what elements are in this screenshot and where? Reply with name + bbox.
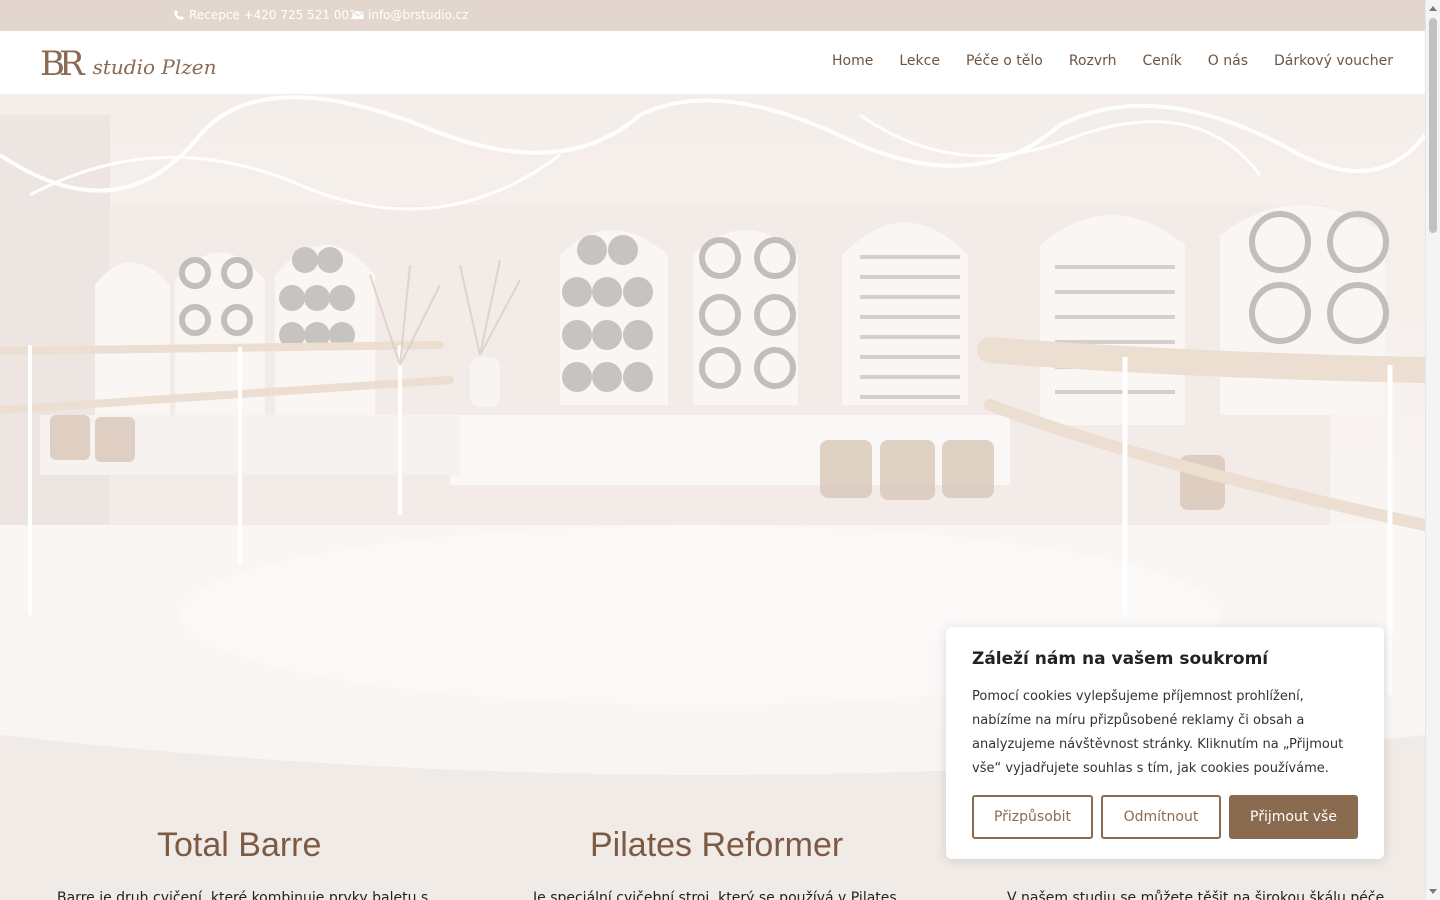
customize-button[interactable]: Přizpůsobit	[972, 795, 1093, 839]
nav-home[interactable]: Home	[832, 53, 873, 69]
phone-icon	[174, 10, 184, 20]
cookie-title: Záleží nám na vašem soukromí	[972, 649, 1269, 669]
section-text-total-barre: Barre je druh cvičení, které kombinuje p…	[57, 890, 429, 900]
cookie-body: Pomocí cookies vylepšujeme příjemnost pr…	[972, 689, 1344, 776]
section-title-pilates-reformer: Pilates Reformer	[590, 826, 844, 864]
nav-lekce[interactable]: Lekce	[899, 53, 940, 69]
logo-monogram: BR	[40, 44, 85, 84]
section-title-total-barre: Total Barre	[157, 826, 322, 864]
nav-cenik[interactable]: Ceník	[1143, 53, 1182, 69]
scroll-down-arrow-icon[interactable]	[1429, 889, 1437, 894]
site-header: BR studio Plzen Home Lekce Péče o tělo R…	[0, 31, 1425, 95]
cookie-consent-panel: Záleží nám na vašem soukromí Pomocí cook…	[946, 627, 1384, 859]
brand-logo[interactable]: BR studio Plzen	[40, 43, 216, 85]
phone-link[interactable]: Recepce +420 725 521 001	[173, 8, 357, 22]
cookie-buttons: Přizpůsobit Odmítnout Přijmout vše	[972, 795, 1358, 839]
section-text-pilates-reformer: Je speciální cvičební stroj, který se po…	[533, 890, 897, 900]
email-link[interactable]: info@brstudio.cz	[352, 8, 468, 22]
envelope-icon	[352, 11, 364, 19]
nav-darkovy-voucher[interactable]: Dárkový voucher	[1274, 53, 1393, 69]
main-nav: Home Lekce Péče o tělo Rozvrh Ceník O ná…	[832, 53, 1393, 69]
contact-bar: Recepce +420 725 521 001 info@brstudio.c…	[0, 0, 1425, 31]
email-text: info@brstudio.cz	[368, 8, 469, 22]
nav-rozvrh[interactable]: Rozvrh	[1069, 53, 1117, 69]
logo-name: studio Plzen	[92, 55, 217, 79]
nav-pece-o-telo[interactable]: Péče o tělo	[966, 53, 1043, 69]
phone-text: Recepce +420 725 521 001	[189, 8, 357, 22]
accept-all-button[interactable]: Přijmout vše	[1229, 795, 1358, 839]
page-scrollbar[interactable]	[1425, 0, 1440, 900]
section-text-body-care: V našem studiu se můžete těšit na široko…	[1007, 890, 1385, 900]
scroll-up-arrow-icon[interactable]	[1429, 6, 1437, 11]
nav-o-nas[interactable]: O nás	[1208, 53, 1248, 69]
reject-button[interactable]: Odmítnout	[1101, 795, 1221, 839]
scroll-thumb[interactable]	[1429, 18, 1437, 233]
